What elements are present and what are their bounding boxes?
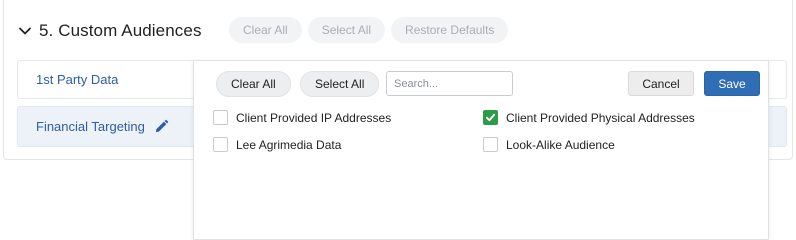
option-client-provided-physical-addresses[interactable]: Client Provided Physical Addresses (483, 110, 695, 125)
cancel-button[interactable]: Cancel (628, 71, 694, 96)
category-label: 1st Party Data (36, 72, 119, 87)
search-input[interactable] (386, 71, 513, 96)
checkmark-icon (485, 113, 496, 122)
option-label: Look-Alike Audience (506, 137, 615, 152)
option-label: Client Provided IP Addresses (236, 110, 392, 125)
checkbox-checked[interactable] (483, 110, 498, 125)
option-client-provided-ip-addresses[interactable]: Client Provided IP Addresses (213, 110, 391, 125)
header-select-all-button[interactable]: Select All (307, 17, 386, 43)
option-label: Lee Agrimedia Data (236, 137, 342, 152)
header-restore-defaults-button[interactable]: Restore Defaults (391, 17, 509, 43)
chevron-down-icon[interactable] (17, 23, 33, 39)
option-lee-agrimedia-data[interactable]: Lee Agrimedia Data (213, 137, 341, 152)
option-label: Client Provided Physical Addresses (506, 110, 695, 125)
pencil-icon[interactable] (154, 119, 169, 134)
category-label: Financial Targeting (36, 119, 145, 134)
checkbox[interactable] (213, 110, 228, 125)
section-title: 5. Custom Audiences (39, 21, 202, 40)
header-clear-all-button[interactable]: Clear All (229, 17, 302, 43)
save-button[interactable]: Save (704, 71, 760, 96)
audience-selection-popup: Clear All Select All Cancel Save Client … (193, 60, 769, 240)
popup-select-all-button[interactable]: Select All (300, 71, 380, 97)
checkbox[interactable] (213, 137, 228, 152)
checkbox[interactable] (483, 137, 498, 152)
section-header-buttons: Clear All Select All Restore Defaults (229, 17, 509, 43)
section-header[interactable]: 5. Custom Audiences (17, 17, 202, 45)
option-look-alike-audience[interactable]: Look-Alike Audience (483, 137, 615, 152)
popup-clear-all-button[interactable]: Clear All (216, 71, 291, 97)
